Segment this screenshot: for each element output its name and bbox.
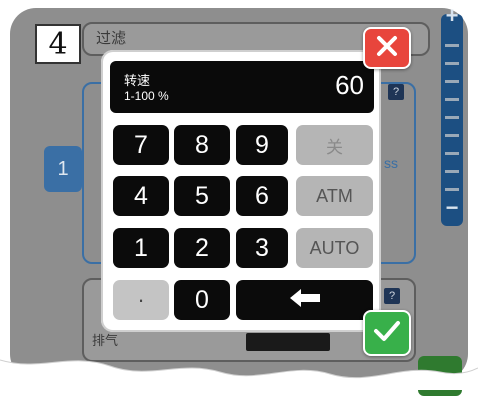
background-plus-icon: + [445, 3, 459, 28]
key-7[interactable]: 7 [113, 125, 169, 165]
key-6[interactable]: 6 [236, 176, 288, 216]
atm-button[interactable]: ATM [296, 176, 373, 216]
background-side-text: ss [384, 155, 398, 171]
key-0[interactable]: 0 [174, 280, 230, 320]
background-tab: 1 [44, 146, 82, 192]
decimal-point-button[interactable]: · [113, 280, 169, 320]
key-8[interactable]: 8 [174, 125, 230, 165]
close-icon [375, 34, 399, 63]
background-help-icon-2: ? [384, 288, 400, 304]
key-1[interactable]: 1 [113, 228, 169, 268]
keypad-display: 转速 1-100 % 60 [110, 61, 374, 113]
parameter-value: 60 [335, 70, 364, 100]
confirm-button[interactable] [363, 310, 411, 356]
background-help-icon: ? [388, 84, 404, 100]
key-9[interactable]: 9 [236, 125, 288, 165]
step-number: 4 [48, 26, 68, 62]
background-bottom-label: 排气 [92, 333, 119, 348]
step-number-badge: 4 [35, 24, 81, 64]
off-button[interactable]: 关 [296, 125, 373, 165]
background-minus-icon: − [445, 195, 459, 220]
backspace-arrow-icon [288, 286, 322, 315]
key-3[interactable]: 3 [236, 228, 288, 268]
backspace-button[interactable] [236, 280, 373, 320]
background-tab-label: 1 [57, 157, 69, 180]
background-green-button [418, 356, 462, 396]
auto-button[interactable]: AUTO [296, 228, 373, 268]
background-title: 过滤 [96, 29, 127, 47]
key-5[interactable]: 5 [174, 176, 230, 216]
parameter-range: 1-100 % [124, 89, 169, 103]
parameter-label: 转速 [124, 74, 151, 89]
key-2[interactable]: 2 [174, 228, 230, 268]
close-button[interactable] [363, 27, 411, 69]
key-4[interactable]: 4 [113, 176, 169, 216]
background-bottom-field [246, 333, 330, 351]
check-icon [373, 319, 401, 348]
